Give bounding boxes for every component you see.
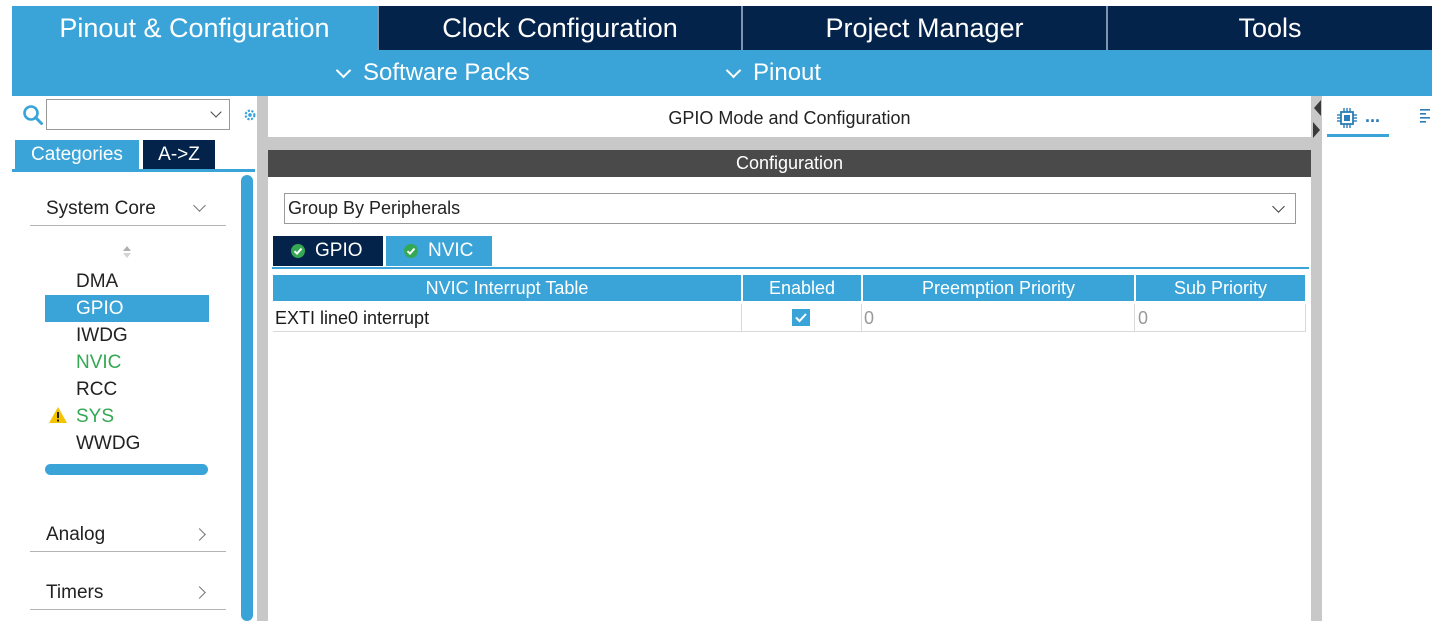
configuration-header: Configuration bbox=[268, 150, 1311, 177]
chevron-down-icon bbox=[1272, 200, 1285, 213]
vertical-scrollbar[interactable] bbox=[241, 175, 253, 621]
group-by-select[interactable]: Group By Peripherals bbox=[284, 193, 1296, 224]
tab-nvic-label: NVIC bbox=[428, 240, 474, 261]
chevron-right-icon bbox=[193, 528, 206, 541]
right-splitter[interactable] bbox=[1311, 96, 1322, 621]
chevron-down-icon bbox=[335, 62, 352, 78]
sort-icon[interactable] bbox=[122, 244, 132, 260]
tab-gpio-label: GPIO bbox=[315, 240, 363, 261]
gear-icon[interactable] bbox=[242, 104, 258, 126]
peripheral-dma[interactable]: DMA bbox=[45, 268, 209, 295]
tab-tools[interactable]: Tools bbox=[1106, 6, 1432, 50]
software-packs-label: Software Packs bbox=[363, 59, 530, 86]
search-input[interactable] bbox=[46, 99, 230, 130]
tab-gpio[interactable]: GPIO bbox=[273, 236, 383, 266]
sub-priority-cell[interactable]: 0 bbox=[1136, 304, 1305, 332]
collapse-arrows-icon[interactable] bbox=[1312, 98, 1322, 144]
left-splitter[interactable] bbox=[257, 96, 268, 621]
column-header-enabled[interactable]: Enabled bbox=[743, 275, 861, 301]
pinout-label: Pinout bbox=[753, 59, 822, 86]
peripheral-rcc[interactable]: RCC bbox=[45, 376, 209, 403]
enabled-checkbox[interactable] bbox=[792, 309, 810, 326]
list-view-icon[interactable] bbox=[1420, 108, 1430, 124]
main-tab-bar: Pinout & Configuration Clock Configurati… bbox=[12, 6, 1432, 50]
tab-pinout-configuration[interactable]: Pinout & Configuration bbox=[12, 6, 377, 50]
check-circle-icon bbox=[404, 244, 418, 258]
horizontal-scrollbar[interactable] bbox=[45, 464, 208, 475]
active-tab-underline bbox=[1327, 134, 1389, 137]
chevron-right-icon bbox=[193, 586, 206, 599]
tab-a-to-z[interactable]: A->Z bbox=[143, 140, 215, 169]
chip-icon[interactable] bbox=[1337, 108, 1357, 128]
interrupt-name-cell: EXTI line0 interrupt bbox=[275, 307, 430, 328]
right-panel bbox=[1322, 96, 1432, 621]
group-by-value: Group By Peripherals bbox=[288, 198, 461, 218]
category-timers[interactable]: Timers bbox=[30, 576, 226, 610]
column-header-preemption-priority[interactable]: Preemption Priority bbox=[863, 275, 1134, 301]
tab-categories[interactable]: Categories bbox=[15, 140, 139, 169]
category-analog[interactable]: Analog bbox=[30, 518, 226, 552]
peripheral-nvic[interactable]: NVIC bbox=[45, 349, 209, 376]
pinout-view-tab-label[interactable]: ... bbox=[1365, 106, 1380, 127]
pinout-menu[interactable]: Pinout bbox=[725, 50, 822, 96]
divider bbox=[268, 137, 1311, 150]
chevron-down-icon bbox=[210, 106, 222, 118]
tab-project-manager[interactable]: Project Manager bbox=[741, 6, 1106, 50]
category-label: Analog bbox=[46, 523, 106, 545]
software-packs-menu[interactable]: Software Packs bbox=[335, 50, 530, 96]
category-system-core[interactable]: System Core bbox=[30, 192, 226, 226]
chevron-down-icon bbox=[725, 62, 742, 78]
tab-underline bbox=[272, 267, 1309, 269]
check-circle-icon bbox=[291, 244, 305, 258]
peripheral-wwdg[interactable]: WWDG bbox=[45, 430, 209, 457]
peripheral-sys[interactable]: SYS bbox=[45, 403, 209, 430]
warning-icon bbox=[49, 407, 67, 423]
sub-menu-bar: Software Packs Pinout bbox=[12, 50, 1432, 96]
tab-clock-configuration[interactable]: Clock Configuration bbox=[377, 6, 741, 50]
tab-nvic[interactable]: NVIC bbox=[386, 236, 492, 266]
chevron-down-icon bbox=[193, 199, 206, 212]
checkmark-icon bbox=[795, 313, 807, 323]
preemption-priority-cell[interactable]: 0 bbox=[862, 304, 1134, 332]
panel-title: GPIO Mode and Configuration bbox=[268, 99, 1311, 137]
search-icon[interactable] bbox=[22, 104, 44, 126]
peripheral-iwdg[interactable]: IWDG bbox=[45, 322, 209, 349]
column-header-interrupt-table[interactable]: NVIC Interrupt Table bbox=[273, 275, 741, 301]
column-header-sub-priority[interactable]: Sub Priority bbox=[1136, 275, 1305, 301]
peripheral-gpio[interactable]: GPIO bbox=[45, 295, 209, 322]
category-label: Timers bbox=[46, 581, 104, 603]
category-label: System Core bbox=[46, 197, 156, 219]
